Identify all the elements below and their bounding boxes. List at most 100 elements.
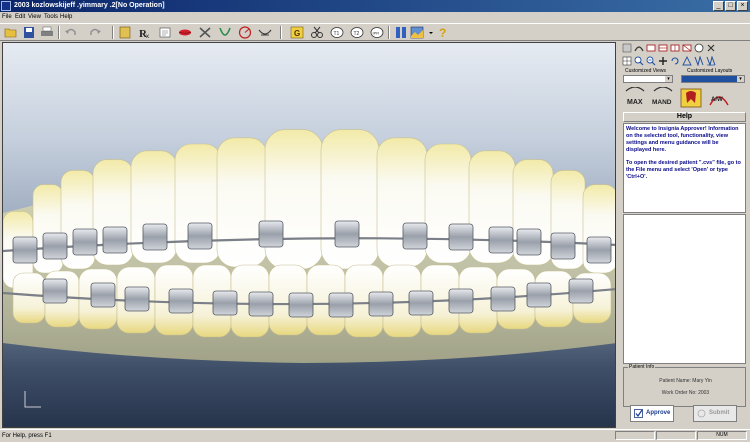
svg-text:G: G bbox=[294, 29, 300, 38]
compare-icon[interactable] bbox=[394, 26, 408, 39]
chevron-down-icon: ▾ bbox=[665, 76, 672, 82]
customized-views-select[interactable]: ▾ bbox=[623, 75, 673, 83]
notes-icon[interactable] bbox=[158, 26, 172, 39]
menu-bar: File Edit View Tools Help bbox=[0, 12, 750, 23]
view-left-icon[interactable] bbox=[658, 43, 668, 53]
view-front-icon[interactable] bbox=[622, 43, 632, 53]
tooth-model-button[interactable] bbox=[679, 87, 703, 109]
num-lock-indicator: NUM bbox=[697, 431, 747, 440]
upper-bracket bbox=[102, 226, 128, 254]
lower-bracket bbox=[328, 292, 354, 318]
menu-help[interactable]: Help bbox=[60, 12, 72, 23]
customized-layouts-label: Customized Layouts bbox=[687, 68, 733, 74]
view-right-icon[interactable] bbox=[670, 43, 680, 53]
rx-icon[interactable]: Rx bbox=[138, 26, 152, 39]
lower-bracket bbox=[408, 290, 434, 316]
approve-label: Approve bbox=[646, 410, 671, 416]
customized-layouts-select[interactable]: ▾ bbox=[681, 75, 745, 83]
grid-icon[interactable] bbox=[622, 56, 632, 66]
pliers-icon[interactable] bbox=[198, 26, 212, 39]
help-header: Help bbox=[623, 112, 746, 122]
upper-tooth bbox=[264, 129, 324, 270]
minimize-button[interactable]: _ bbox=[713, 1, 724, 11]
mandible-icon[interactable] bbox=[706, 56, 716, 66]
dropdown-arrow-icon[interactable] bbox=[424, 26, 433, 39]
mand-button-label: MAND bbox=[652, 99, 672, 106]
maximize-button[interactable]: □ bbox=[725, 1, 736, 11]
help-blank-area bbox=[623, 214, 746, 364]
print-icon[interactable] bbox=[40, 26, 54, 39]
teeth-model bbox=[3, 129, 615, 408]
view-lower-icon[interactable] bbox=[646, 43, 656, 53]
upper-bracket bbox=[142, 223, 168, 251]
menu-edit[interactable]: Edit bbox=[15, 12, 25, 23]
upper-bracket bbox=[448, 223, 474, 251]
3d-viewport[interactable] bbox=[2, 42, 616, 428]
zoom-in-icon[interactable] bbox=[634, 56, 644, 66]
toolbar-separator bbox=[58, 26, 60, 39]
axis-indicator bbox=[24, 391, 41, 408]
help-question-icon[interactable]: ? bbox=[436, 26, 450, 39]
approve-button[interactable]: Approve bbox=[630, 405, 674, 422]
occlusion-icon[interactable] bbox=[258, 26, 272, 39]
app-icon[interactable] bbox=[1, 1, 11, 11]
zoom-out-icon[interactable] bbox=[646, 56, 656, 66]
save-icon[interactable] bbox=[22, 26, 36, 39]
menu-file[interactable]: File bbox=[2, 12, 12, 23]
help-welcome-text: Welcome to Insignia Approver! Informatio… bbox=[626, 126, 739, 153]
upper-bracket bbox=[550, 232, 576, 260]
lower-bracket bbox=[212, 290, 238, 316]
tooth-tool-1-icon[interactable]: T1 bbox=[330, 26, 344, 39]
svg-text:x: x bbox=[146, 34, 149, 39]
rotate-icon[interactable] bbox=[670, 56, 680, 66]
lower-bracket bbox=[448, 288, 474, 314]
mand-button[interactable]: MAND bbox=[651, 87, 675, 109]
arch-icon[interactable] bbox=[218, 26, 232, 39]
aw-button[interactable]: A/W bbox=[707, 87, 731, 109]
max-button-label: MAX bbox=[627, 99, 643, 106]
menu-view[interactable]: View bbox=[28, 12, 41, 23]
main-toolbar: Rx G T1 T2 IPR ? bbox=[0, 23, 750, 41]
sectional-icon[interactable] bbox=[238, 26, 252, 39]
maxilla-icon[interactable] bbox=[694, 56, 704, 66]
svg-text:T1: T1 bbox=[334, 31, 340, 37]
customized-views-label: Customized Views bbox=[625, 68, 667, 74]
ipr-icon[interactable]: IPR bbox=[370, 26, 384, 39]
open-folder-icon[interactable] bbox=[4, 26, 18, 39]
upper-bracket bbox=[258, 220, 284, 248]
book-icon[interactable] bbox=[118, 26, 132, 39]
lower-bracket bbox=[124, 286, 150, 312]
image-view-icon[interactable] bbox=[410, 26, 424, 39]
undo-icon[interactable] bbox=[64, 26, 78, 39]
lips-icon[interactable] bbox=[178, 26, 192, 39]
lower-bracket bbox=[42, 278, 68, 304]
tooth-tool-2-icon[interactable]: T2 bbox=[350, 26, 364, 39]
aw-button-label: A/W bbox=[711, 97, 723, 103]
max-button[interactable]: MAX bbox=[623, 87, 647, 109]
upper-bracket bbox=[334, 220, 360, 248]
status-cell bbox=[615, 431, 655, 440]
gold-g-icon[interactable]: G bbox=[290, 26, 304, 39]
menu-tools[interactable]: Tools bbox=[44, 12, 58, 23]
submit-label: Submit bbox=[709, 410, 730, 416]
close-button[interactable]: × bbox=[737, 1, 748, 11]
submit-button[interactable]: Submit bbox=[693, 405, 737, 422]
upper-bracket bbox=[42, 232, 68, 260]
view-upper-icon[interactable] bbox=[634, 43, 644, 53]
fit-icon[interactable] bbox=[682, 56, 692, 66]
lower-bracket bbox=[568, 278, 594, 304]
svg-text:T2: T2 bbox=[354, 31, 360, 37]
view-occlusal-icon[interactable] bbox=[694, 43, 704, 53]
lower-bracket bbox=[368, 291, 394, 317]
pan-icon[interactable] bbox=[658, 56, 668, 66]
view-back-icon[interactable] bbox=[682, 43, 692, 53]
chevron-down-icon: ▾ bbox=[737, 76, 744, 82]
view-custom-icon[interactable] bbox=[706, 43, 716, 53]
lower-bracket bbox=[288, 292, 314, 318]
lower-bracket bbox=[168, 288, 194, 314]
upper-bracket bbox=[12, 236, 38, 264]
redo-icon[interactable] bbox=[88, 26, 102, 39]
upper-tooth bbox=[320, 129, 380, 270]
cut-icon[interactable] bbox=[310, 26, 324, 39]
lower-tooth bbox=[12, 272, 46, 324]
